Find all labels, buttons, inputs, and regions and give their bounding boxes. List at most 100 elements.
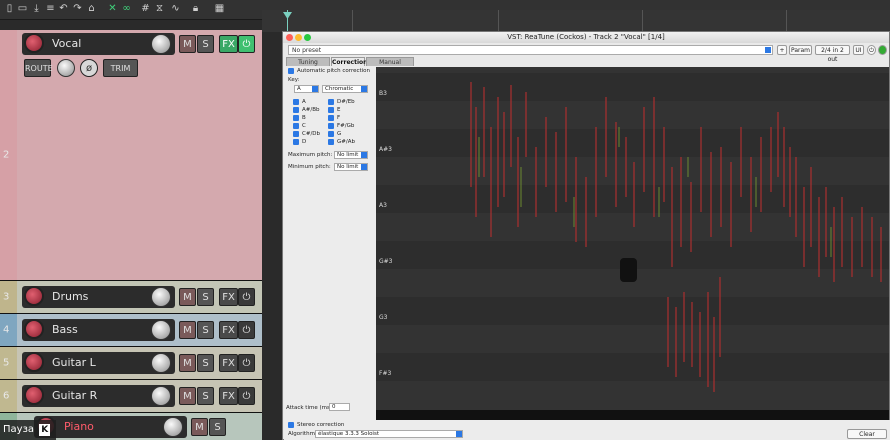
track-bass[interactable]: 4 Bass M S FX ⏻ bbox=[0, 314, 262, 347]
mute-button[interactable]: M bbox=[179, 321, 196, 339]
home-icon[interactable]: ⌂ bbox=[86, 3, 97, 15]
add-preset-button[interactable]: + bbox=[777, 45, 787, 55]
clear-history-button[interactable]: Clear History bbox=[847, 429, 887, 439]
attack-time-input[interactable]: 0 bbox=[329, 403, 350, 411]
note-checkbox[interactable] bbox=[293, 99, 299, 105]
track-guitar-r[interactable]: 6 Guitar R M S FX ⏻ bbox=[0, 380, 262, 413]
track-vocal[interactable]: 2 Vocal M S FX ⏻ ROUTE ø TRIM bbox=[0, 30, 262, 281]
open-icon[interactable]: ▭ bbox=[17, 3, 28, 15]
save-icon[interactable]: ⤓ bbox=[31, 3, 42, 15]
note-checkbox[interactable] bbox=[328, 123, 334, 129]
track-name[interactable]: Drums bbox=[52, 290, 88, 303]
note-checkbox[interactable] bbox=[328, 131, 334, 137]
note-checkbox[interactable] bbox=[293, 115, 299, 121]
fx-button[interactable]: FX bbox=[219, 35, 238, 53]
graph-scrollbar[interactable] bbox=[376, 410, 889, 420]
solo-button[interactable]: S bbox=[209, 418, 226, 436]
mute-button[interactable]: M bbox=[179, 35, 196, 53]
record-arm-button[interactable] bbox=[24, 319, 44, 339]
volume-knob[interactable] bbox=[151, 34, 171, 54]
note-checkbox[interactable] bbox=[328, 115, 334, 121]
volume-knob[interactable] bbox=[151, 386, 171, 406]
record-arm-button[interactable] bbox=[24, 286, 44, 306]
fx-bypass-icon[interactable]: ⏻ bbox=[238, 35, 255, 53]
note-checkbox[interactable] bbox=[328, 99, 334, 105]
mute-button[interactable]: M bbox=[179, 387, 196, 405]
fx-bypass-icon[interactable]: ⏻ bbox=[238, 321, 255, 339]
minimize-icon[interactable] bbox=[295, 34, 302, 41]
volume-knob[interactable] bbox=[151, 287, 171, 307]
reatune-plugin-window[interactable]: VST: ReaTune (Cockos) - Track 2 "Vocal" … bbox=[282, 31, 890, 440]
phase-icon[interactable]: ø bbox=[80, 59, 98, 77]
grid-icon[interactable]: # bbox=[140, 3, 151, 15]
enable-icon[interactable] bbox=[878, 45, 887, 55]
bypass-icon[interactable]: ⏻ bbox=[867, 45, 876, 55]
fx-button[interactable]: FX bbox=[219, 387, 238, 405]
record-arm-button[interactable] bbox=[24, 33, 44, 53]
track-drums[interactable]: 3 Drums M S FX ⏻ bbox=[0, 281, 262, 314]
redo-icon[interactable]: ↷ bbox=[72, 3, 83, 15]
lock-icon[interactable]: 🔒︎ bbox=[190, 3, 201, 15]
algorithm-select[interactable]: élastique 3.3.3 Soloist bbox=[315, 430, 463, 438]
fx-bypass-icon[interactable]: ⏻ bbox=[238, 288, 255, 306]
note-checkbox[interactable] bbox=[293, 131, 299, 137]
snap-icon[interactable]: ∞ bbox=[121, 3, 132, 15]
crossfade-icon[interactable]: ⧖ bbox=[154, 3, 165, 15]
plugin-title-bar[interactable]: VST: ReaTune (Cockos) - Track 2 "Vocal" … bbox=[283, 32, 889, 43]
settings-icon[interactable]: ≡ bbox=[45, 3, 56, 15]
tab-correction[interactable]: Correction bbox=[331, 57, 367, 66]
mute-button[interactable]: M bbox=[191, 418, 208, 436]
min-pitch-select[interactable]: No limit bbox=[334, 163, 368, 171]
track-name[interactable]: Guitar R bbox=[52, 389, 97, 402]
scale-select[interactable]: Chromatic bbox=[322, 85, 368, 93]
track-guitar-l[interactable]: 5 Guitar L M S FX ⏻ bbox=[0, 347, 262, 380]
pan-knob[interactable] bbox=[57, 59, 75, 77]
metronome-icon[interactable]: ▦ bbox=[214, 3, 225, 15]
fx-button[interactable]: FX bbox=[219, 354, 238, 372]
volume-knob[interactable] bbox=[163, 417, 183, 437]
track-name[interactable]: Vocal bbox=[52, 37, 81, 50]
auto-correct-checkbox[interactable] bbox=[288, 68, 294, 74]
volume-knob[interactable] bbox=[151, 353, 171, 373]
envelope-icon[interactable]: ∿ bbox=[170, 3, 181, 15]
ripple-icon[interactable]: ✕ bbox=[107, 3, 118, 15]
solo-button[interactable]: S bbox=[197, 354, 214, 372]
note-checkbox[interactable] bbox=[293, 123, 299, 129]
solo-button[interactable]: S bbox=[197, 321, 214, 339]
close-icon[interactable] bbox=[286, 34, 293, 41]
track-name[interactable]: Piano bbox=[64, 420, 94, 433]
solo-button[interactable]: S bbox=[197, 35, 214, 53]
zoom-icon[interactable] bbox=[304, 34, 311, 41]
pitch-graph[interactable]: B3 A#3 A3 G#3 G3 F#3 bbox=[376, 67, 889, 420]
fx-bypass-icon[interactable]: ⏻ bbox=[238, 387, 255, 405]
max-pitch-select[interactable]: No limit bbox=[334, 151, 368, 159]
mute-button[interactable]: M bbox=[179, 354, 196, 372]
track-name[interactable]: Guitar L bbox=[52, 356, 96, 369]
new-icon[interactable]: ▯ bbox=[4, 3, 15, 15]
note-checkbox[interactable] bbox=[293, 139, 299, 145]
solo-button[interactable]: S bbox=[197, 288, 214, 306]
tab-tuning[interactable]: Tuning bbox=[286, 57, 330, 66]
key-select[interactable]: A bbox=[294, 85, 319, 93]
record-arm-button[interactable] bbox=[24, 385, 44, 405]
route-button[interactable]: ROUTE bbox=[24, 59, 53, 77]
fx-button[interactable]: FX bbox=[219, 321, 238, 339]
note-checkbox[interactable] bbox=[328, 107, 334, 113]
mute-button[interactable]: M bbox=[179, 288, 196, 306]
stereo-checkbox[interactable] bbox=[288, 422, 294, 428]
io-button[interactable]: 2/4 in 2 out bbox=[815, 45, 850, 63]
trim-button[interactable]: TRIM bbox=[103, 59, 138, 77]
note-checkbox[interactable] bbox=[293, 107, 299, 113]
undo-icon[interactable]: ↶ bbox=[58, 3, 69, 15]
note-checkbox[interactable] bbox=[328, 139, 334, 145]
track-name[interactable]: Bass bbox=[52, 323, 78, 336]
volume-knob[interactable] bbox=[151, 320, 171, 340]
tab-manual-correction[interactable]: Manual Correction bbox=[366, 57, 414, 75]
ui-button[interactable]: UI bbox=[853, 45, 864, 55]
fx-bypass-icon[interactable]: ⏻ bbox=[238, 354, 255, 372]
fx-button[interactable]: FX bbox=[219, 288, 238, 306]
solo-button[interactable]: S bbox=[197, 387, 214, 405]
preset-dropdown[interactable]: No preset bbox=[288, 45, 773, 55]
param-button[interactable]: Param bbox=[789, 45, 812, 55]
record-arm-button[interactable] bbox=[24, 352, 44, 372]
